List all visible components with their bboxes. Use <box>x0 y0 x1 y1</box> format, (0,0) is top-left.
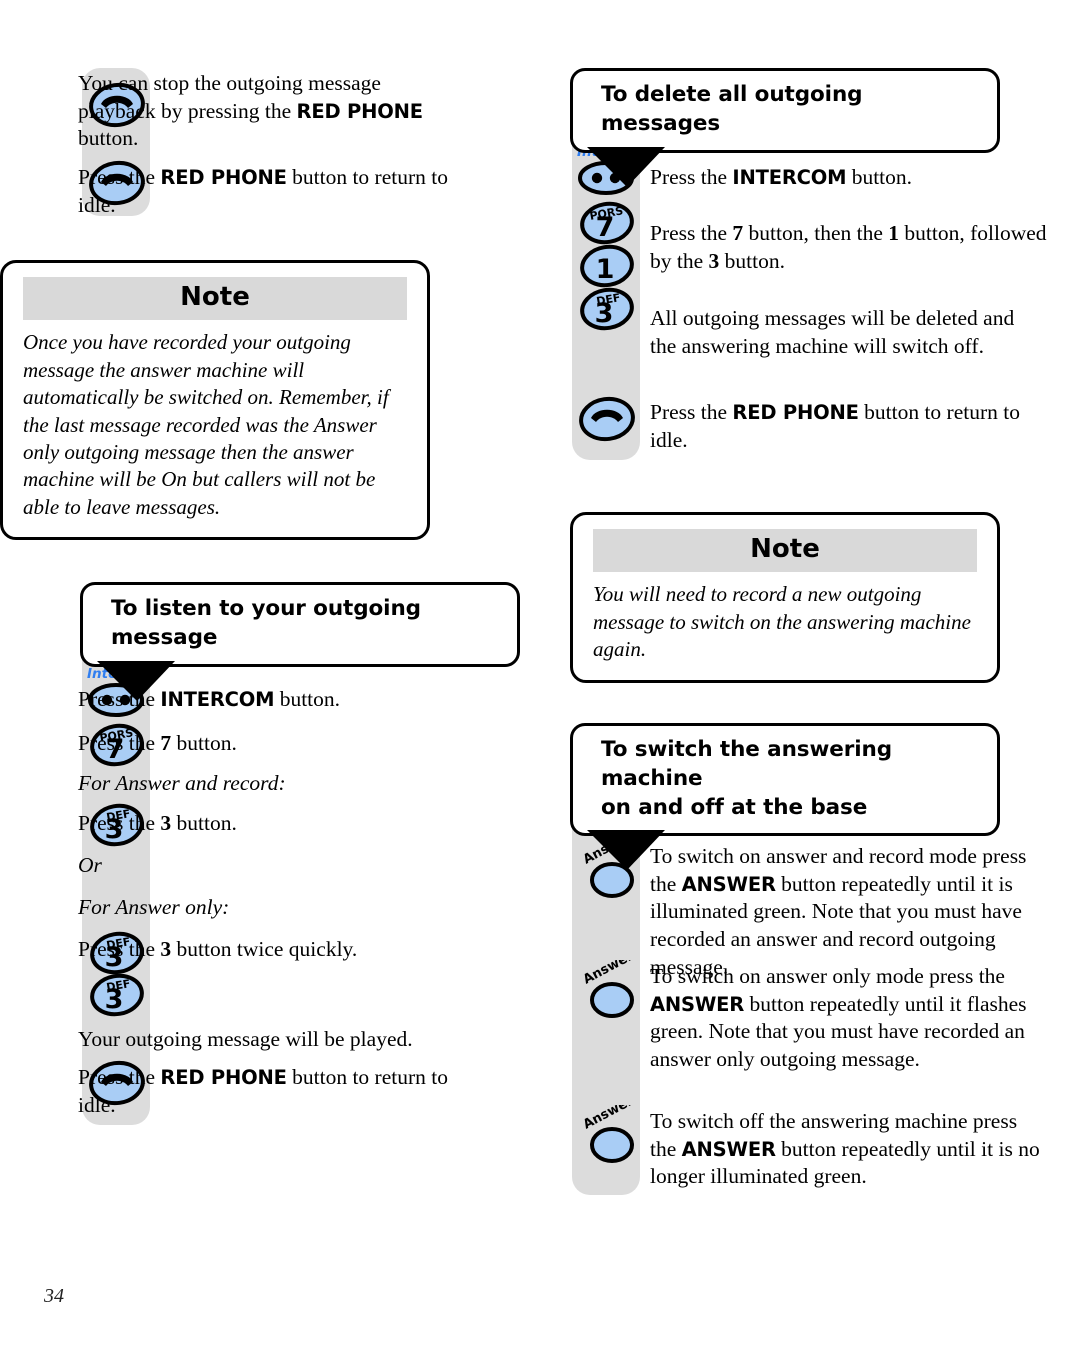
press-the-label: Press the <box>78 1065 161 1089</box>
answer-word-label: ANSWER <box>681 1137 776 1161</box>
keypad-key-icon[interactable]: PQRS 7 <box>578 198 636 246</box>
section-heading-switch-line2: on and off at the base <box>601 794 868 820</box>
press-the-label: Press the <box>78 687 161 711</box>
listen-step-3-text: Press the 3 button. <box>78 810 460 838</box>
delete-result-text: All outgoing messages will be deleted an… <box>650 306 1015 358</box>
delete-step-redphone-text: Press the RED PHONE button to return to … <box>650 399 1042 454</box>
red-phone-label: RED PHONE <box>296 99 424 123</box>
keypad-key-icon[interactable]: DEF 3 <box>88 970 146 1018</box>
switch-step-2-text: To switch on answer only mode press the … <box>650 963 1048 1074</box>
digit-7-label: 7 <box>160 731 172 755</box>
digit-3-label: 3 <box>160 811 172 835</box>
red-phone-label: RED PHONE <box>732 401 859 424</box>
intercom-label: Intercom <box>87 666 149 682</box>
intro-1-line2a: playback by pressing the <box>78 98 297 123</box>
button-label: button. <box>274 687 341 711</box>
answer-icon[interactable]: Answer <box>580 960 642 1022</box>
answer-icon[interactable]: Answer <box>580 1105 642 1167</box>
note-body: Once you have recorded your outgoing mes… <box>23 330 389 519</box>
note-box-left: Note Once you have recorded your outgoin… <box>0 260 430 541</box>
switch-on-only-label: To switch on answer only mode press the <box>650 964 1005 988</box>
answer-word-label: ANSWER <box>650 992 745 1016</box>
answer-word-label: ANSWER <box>681 872 776 896</box>
listen-step-intercom-text: Press the INTERCOM button. <box>78 686 460 714</box>
note-body: You will need to record a new outgoing m… <box>593 582 971 662</box>
switch-step-3-text: To switch off the answering machine pres… <box>650 1108 1048 1191</box>
listen-step-7-text: Press the 7 button. <box>78 730 460 758</box>
red-phone-label: RED PHONE <box>160 1066 287 1089</box>
digit-1-label: 1 <box>888 221 900 245</box>
section-heading-delete-text: To delete all outgoing messages <box>601 82 863 136</box>
digit-7-label: 7 <box>732 221 744 245</box>
key-digit: 7 <box>596 212 615 243</box>
press-the-label: Press the <box>650 400 733 424</box>
button-label: button. <box>846 165 913 189</box>
intercom-word-label: INTERCOM <box>732 166 847 189</box>
intro-step-1-text: You can stop the outgoing message playba… <box>78 70 460 153</box>
key-digit: 3 <box>105 984 124 1015</box>
button-label: button. <box>171 811 237 835</box>
red-phone-label: RED PHONE <box>160 166 287 189</box>
press-the-label: Press the <box>78 165 161 189</box>
delete-step-intercom-text: Press the INTERCOM button. <box>650 164 1042 192</box>
note-title: Note <box>593 529 977 573</box>
press-the-label: Press the <box>78 731 161 755</box>
intro-1-line1: You can stop the outgoing message <box>78 71 381 95</box>
button-label: button. <box>171 731 237 755</box>
intercom-word-label: INTERCOM <box>160 688 275 711</box>
section-heading-delete: To delete all outgoing messages <box>570 68 1000 187</box>
intro-step-2-text: Press the RED PHONE button to return to … <box>78 164 460 219</box>
keypad-key-icon[interactable]: DEF 3 <box>578 284 636 332</box>
delete-step-sequence-text: Press the 7 button, then the 1 button, f… <box>650 220 1048 275</box>
section-heading-listen: To listen to your outgoing message <box>80 582 520 701</box>
for-answer-and-record-label: For Answer and record: <box>78 771 286 795</box>
page-number: 34 <box>44 1285 64 1307</box>
keypad-key-icon[interactable]: 1 <box>578 241 636 289</box>
press-the-label: Press the <box>650 221 733 245</box>
button-label: button. <box>719 248 785 273</box>
digit-3-label: 3 <box>708 248 720 273</box>
digit-3-label: 3 <box>160 937 172 961</box>
press-the-label: Press the <box>78 937 161 961</box>
red-phone-icon[interactable] <box>578 396 636 442</box>
press-the-label: Press the <box>78 811 161 835</box>
press-the-label: Press the <box>650 165 733 189</box>
listen-result-text: Your outgoing message will be played. <box>78 1027 413 1051</box>
listen-step-3-twice-text: Press the 3 button twice quickly. <box>78 936 460 964</box>
listen-step-redphone-text: Press the RED PHONE button to return to … <box>78 1064 460 1119</box>
then-the-label: button, then the <box>743 221 889 245</box>
section-heading-switch: To switch the answering machine on and o… <box>570 723 1000 871</box>
key-digit: 1 <box>596 254 615 285</box>
note-title: Note <box>23 277 407 321</box>
or-label: Or <box>78 853 102 877</box>
section-heading-listen-text: To listen to your outgoing message <box>111 596 421 650</box>
note-box-right: Note You will need to record a new outgo… <box>570 512 1000 683</box>
answer-icon[interactable]: Answer <box>580 840 642 902</box>
manual-page: You can stop the outgoing message playba… <box>0 0 1080 1347</box>
for-answer-only-label: For Answer only: <box>78 895 230 919</box>
section-heading-switch-line1: To switch the answering machine <box>601 737 892 791</box>
switch-step-1-text: To switch on answer and record mode pres… <box>650 843 1048 981</box>
intro-1-line3: button. <box>78 126 139 151</box>
twice-quickly-label: button twice quickly. <box>171 937 358 961</box>
key-digit: 3 <box>595 298 614 329</box>
